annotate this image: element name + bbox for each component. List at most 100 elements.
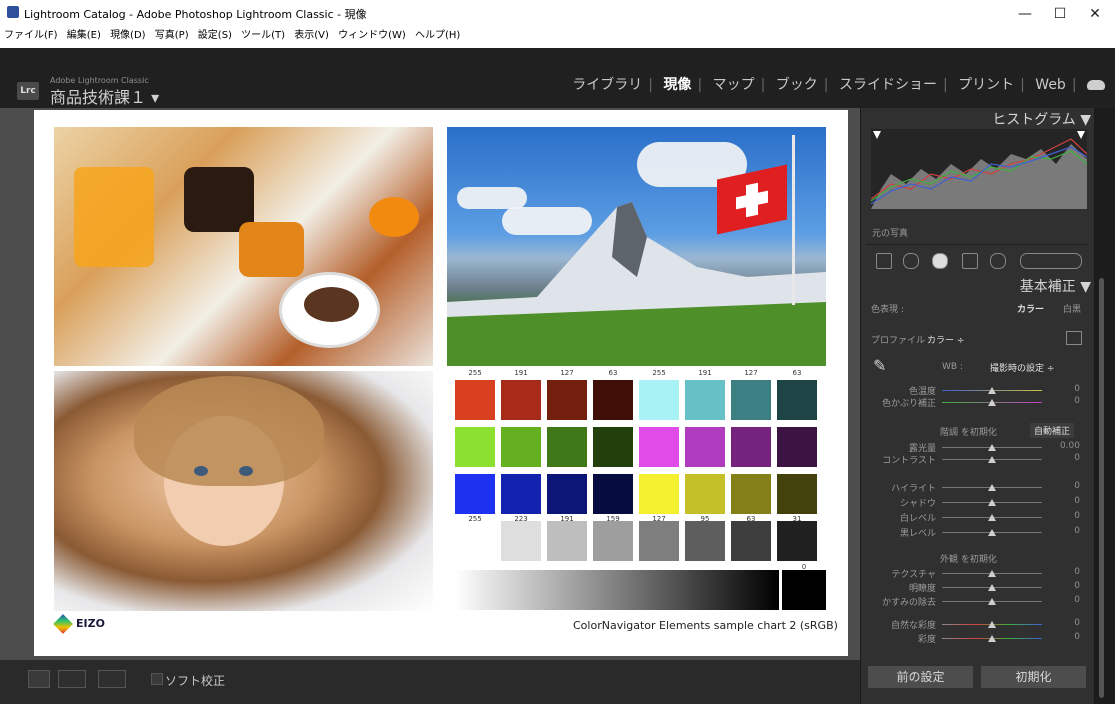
module-book[interactable]: ブック	[770, 74, 824, 94]
menu-file[interactable]: ファイル(F)	[4, 26, 58, 41]
slider-knob[interactable]	[988, 529, 996, 536]
menu-photo[interactable]: 写真(P)	[155, 26, 189, 41]
slider-label: テクスチャ	[891, 570, 936, 580]
minimize-button[interactable]: —	[1010, 2, 1040, 26]
maximize-button[interactable]: ☐	[1045, 2, 1075, 26]
panel-scrollbar[interactable]	[1095, 108, 1115, 704]
graduated-filter-icon[interactable]	[962, 253, 978, 269]
slider-knob[interactable]	[988, 499, 996, 506]
menu-develop[interactable]: 現像(D)	[110, 26, 146, 41]
presence-reset-label[interactable]: 外観 を初期化	[940, 552, 997, 565]
slider-knob[interactable]	[988, 444, 996, 451]
slider-knob[interactable]	[988, 635, 996, 642]
treatment-bw[interactable]: 白黒	[1063, 302, 1081, 315]
profile-browser-icon[interactable]	[1066, 331, 1082, 345]
slider-value[interactable]: 0	[1050, 526, 1080, 536]
swatch-top-number: 255	[468, 369, 482, 377]
slider-value[interactable]: 0.00	[1050, 441, 1080, 451]
menu-help[interactable]: ヘルプ(H)	[415, 26, 460, 41]
spot-removal-icon[interactable]	[932, 253, 948, 269]
slider-label: かすみの除去	[881, 598, 936, 608]
menu-edit[interactable]: 編集(E)	[67, 26, 101, 41]
module-map[interactable]: マップ	[707, 74, 761, 94]
module-library[interactable]: ライブラリ	[566, 74, 648, 94]
menu-tools[interactable]: ツール(T)	[241, 26, 285, 41]
eizo-brand-text: EIZO	[76, 617, 105, 630]
black-patch	[782, 570, 826, 610]
slider-knob[interactable]	[988, 621, 996, 628]
slider-value[interactable]: 0	[1050, 567, 1080, 577]
slider-label: 白レベル	[899, 514, 936, 524]
slider-value[interactable]: 0	[1050, 384, 1080, 394]
scrollbar-thumb[interactable]	[1099, 278, 1104, 698]
color-swatch	[455, 521, 495, 561]
swatch-top-number: 127	[744, 369, 758, 377]
profile-label: プロファイル :	[871, 336, 931, 346]
color-swatch	[777, 380, 817, 420]
module-web[interactable]: Web	[1029, 77, 1072, 93]
matterhorn-image	[447, 127, 826, 366]
window-title: Lightroom Catalog - Adobe Photoshop Ligh…	[24, 8, 367, 21]
slider-value[interactable]: 0	[1050, 581, 1080, 591]
soft-proof-checkbox[interactable]	[151, 673, 163, 685]
treatment-color[interactable]: カラー	[1017, 302, 1044, 315]
module-slideshow[interactable]: スライドショー	[833, 74, 943, 94]
wb-value[interactable]: 撮影時の設定 ÷	[990, 361, 1054, 374]
divider	[866, 244, 1088, 245]
color-swatch	[731, 521, 771, 561]
loupe-view-button[interactable]	[28, 670, 50, 688]
profile-value[interactable]: カラー ÷	[927, 333, 964, 346]
slider-value[interactable]: 0	[1050, 511, 1080, 521]
wb-label: WB :	[942, 362, 963, 372]
color-swatch	[547, 474, 587, 514]
swatch-top-number: 63	[792, 369, 802, 377]
color-swatch	[639, 521, 679, 561]
slider-label: シャドウ	[899, 499, 936, 509]
grid-tool-icon[interactable]	[876, 253, 892, 269]
slider-knob[interactable]	[988, 399, 996, 406]
slider-knob[interactable]	[988, 387, 996, 394]
crop-tool-icon[interactable]	[903, 253, 919, 269]
slider-label: 黒レベル	[899, 529, 936, 539]
module-develop[interactable]: 現像	[657, 74, 697, 94]
histogram-header[interactable]: ヒストグラム ▼	[992, 109, 1091, 129]
slider-value[interactable]: 0	[1050, 496, 1080, 506]
module-print[interactable]: プリント	[952, 74, 1020, 94]
menu-window[interactable]: ウィンドウ(W)	[338, 26, 406, 41]
before-after-tb-button[interactable]	[98, 670, 126, 688]
slider-knob[interactable]	[988, 584, 996, 591]
close-button[interactable]: ✕	[1080, 2, 1110, 26]
basic-panel-header[interactable]: 基本補正 ▼	[1020, 276, 1091, 296]
module-picker: ライブラリ | 現像 | マップ | ブック | スライドショー | プリント | Web |	[566, 74, 1105, 94]
slider-knob[interactable]	[988, 484, 996, 491]
slider-value[interactable]: 0	[1050, 618, 1080, 628]
radial-filter-icon[interactable]	[990, 253, 1006, 269]
color-swatch	[685, 427, 725, 467]
eyedropper-icon[interactable]: ✎	[873, 356, 886, 375]
color-swatch	[501, 380, 541, 420]
menu-settings[interactable]: 設定(S)	[198, 26, 232, 41]
slider-knob[interactable]	[988, 514, 996, 521]
slider-value[interactable]: 0	[1050, 632, 1080, 642]
slider-knob[interactable]	[988, 456, 996, 463]
slider-value[interactable]: 0	[1050, 453, 1080, 463]
slider-label: 自然な彩度	[890, 621, 936, 631]
adjustment-brush-icon[interactable]	[1020, 253, 1082, 269]
tone-reset-label[interactable]: 階調 を初期化	[940, 425, 997, 438]
cloud-icon[interactable]	[1087, 80, 1105, 90]
reset-button[interactable]: 初期化	[981, 666, 1086, 688]
auto-button[interactable]: 自動補正	[1030, 423, 1075, 438]
identity-plate[interactable]: 商品技術課１ ▾	[50, 84, 159, 108]
previous-settings-button[interactable]: 前の設定	[868, 666, 973, 688]
slider-value[interactable]: 0	[1050, 481, 1080, 491]
original-photo-label: 元の写真	[872, 229, 909, 239]
menubar: ファイル(F) 編集(E) 現像(D) 写真(P) 設定(S) ツール(T) 表…	[0, 26, 462, 44]
slider-value[interactable]: 0	[1050, 396, 1080, 406]
color-swatch	[501, 427, 541, 467]
before-after-lr-button[interactable]	[58, 670, 86, 688]
slider-knob[interactable]	[988, 570, 996, 577]
slider-knob[interactable]	[988, 598, 996, 605]
menu-view[interactable]: 表示(V)	[294, 26, 329, 41]
slider-value[interactable]: 0	[1050, 595, 1080, 605]
color-swatch	[593, 521, 633, 561]
